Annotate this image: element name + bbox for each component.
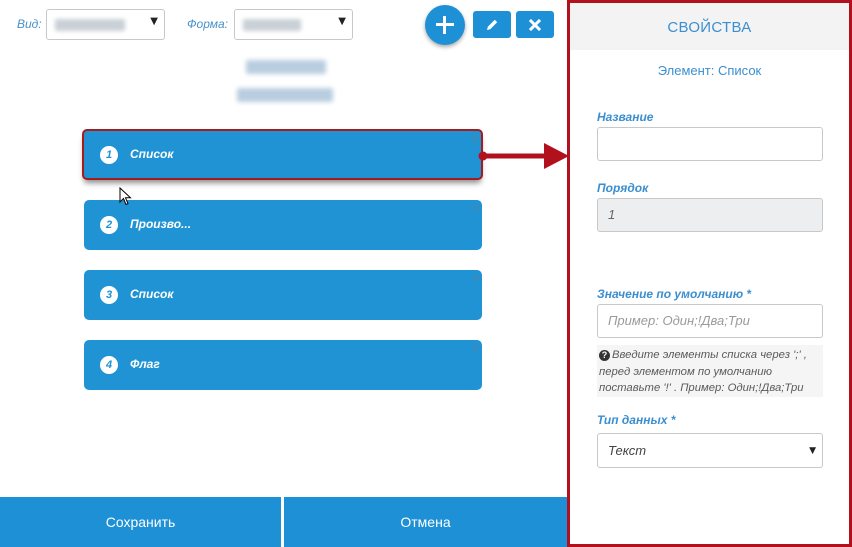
- mouse-pointer-icon: [119, 187, 132, 206]
- list-item-selected[interactable]: 1 Список ×: [82, 129, 483, 180]
- add-element-button[interactable]: [425, 5, 465, 45]
- item-number: 3: [100, 286, 118, 304]
- edit-button[interactable]: [473, 11, 511, 38]
- order-field: 1: [597, 198, 823, 232]
- remove-icon[interactable]: ×: [472, 202, 479, 214]
- pencil-icon: [486, 20, 497, 31]
- item-label: Флаг: [130, 357, 160, 371]
- hint-line: Введите элементы списка через ';' ,: [612, 349, 807, 361]
- form-label: Форма:: [187, 17, 228, 31]
- default-value-label: Значение по умолчанию *: [597, 287, 752, 301]
- view-select-value: [55, 19, 125, 31]
- form-title: [246, 60, 326, 74]
- item-label: Список: [130, 287, 174, 301]
- item-number: 1: [100, 146, 118, 164]
- list-item[interactable]: 3 Список ×: [84, 270, 482, 320]
- name-field[interactable]: [597, 127, 823, 161]
- form-subtitle: [237, 88, 333, 102]
- list-item[interactable]: 2 Произво... ×: [84, 200, 482, 250]
- chevron-down-icon: ▼: [150, 16, 158, 27]
- order-label: Порядок: [597, 181, 649, 195]
- list-item[interactable]: 4 Флаг ×: [84, 340, 482, 390]
- form-select[interactable]: ▼: [234, 9, 353, 40]
- view-select[interactable]: ▼: [46, 9, 165, 40]
- view-label: Вид:: [17, 17, 42, 31]
- cancel-button[interactable]: Отмена: [284, 497, 567, 547]
- remove-icon[interactable]: ×: [472, 272, 479, 284]
- data-type-value: Текст: [608, 443, 647, 458]
- properties-panel: СВОЙСТВА Элемент: Список Название Порядо…: [567, 0, 852, 547]
- item-label: Список: [130, 147, 174, 161]
- save-button[interactable]: Сохранить: [0, 497, 281, 547]
- default-value-field[interactable]: Пример: Один;!Два;Три: [597, 304, 823, 338]
- item-number: 4: [100, 356, 118, 374]
- data-type-label: Тип данных *: [597, 413, 676, 427]
- form-select-value: [243, 19, 301, 31]
- delete-button[interactable]: [516, 11, 554, 38]
- remove-icon[interactable]: ×: [471, 133, 478, 145]
- close-icon: [528, 18, 542, 31]
- data-type-select[interactable]: Текст ▼: [597, 433, 823, 468]
- panel-title: СВОЙСТВА: [570, 3, 849, 50]
- item-label: Произво...: [130, 217, 192, 231]
- remove-icon[interactable]: ×: [472, 342, 479, 354]
- question-icon: ?: [599, 350, 610, 361]
- chevron-down-icon: ▼: [809, 446, 816, 456]
- chevron-down-icon: ▼: [338, 16, 346, 27]
- hint-line: поставьте '!' . Пример: Один;!Два;Три: [599, 382, 804, 394]
- name-label: Название: [597, 110, 654, 124]
- item-number: 2: [100, 216, 118, 234]
- default-value-hint: ? Введите элементы списка через ';' , пер…: [597, 345, 823, 397]
- element-caption: Элемент: Список: [657, 63, 762, 78]
- hint-line: перед элементом по умолчанию: [599, 365, 773, 378]
- arrow-icon: [478, 143, 569, 169]
